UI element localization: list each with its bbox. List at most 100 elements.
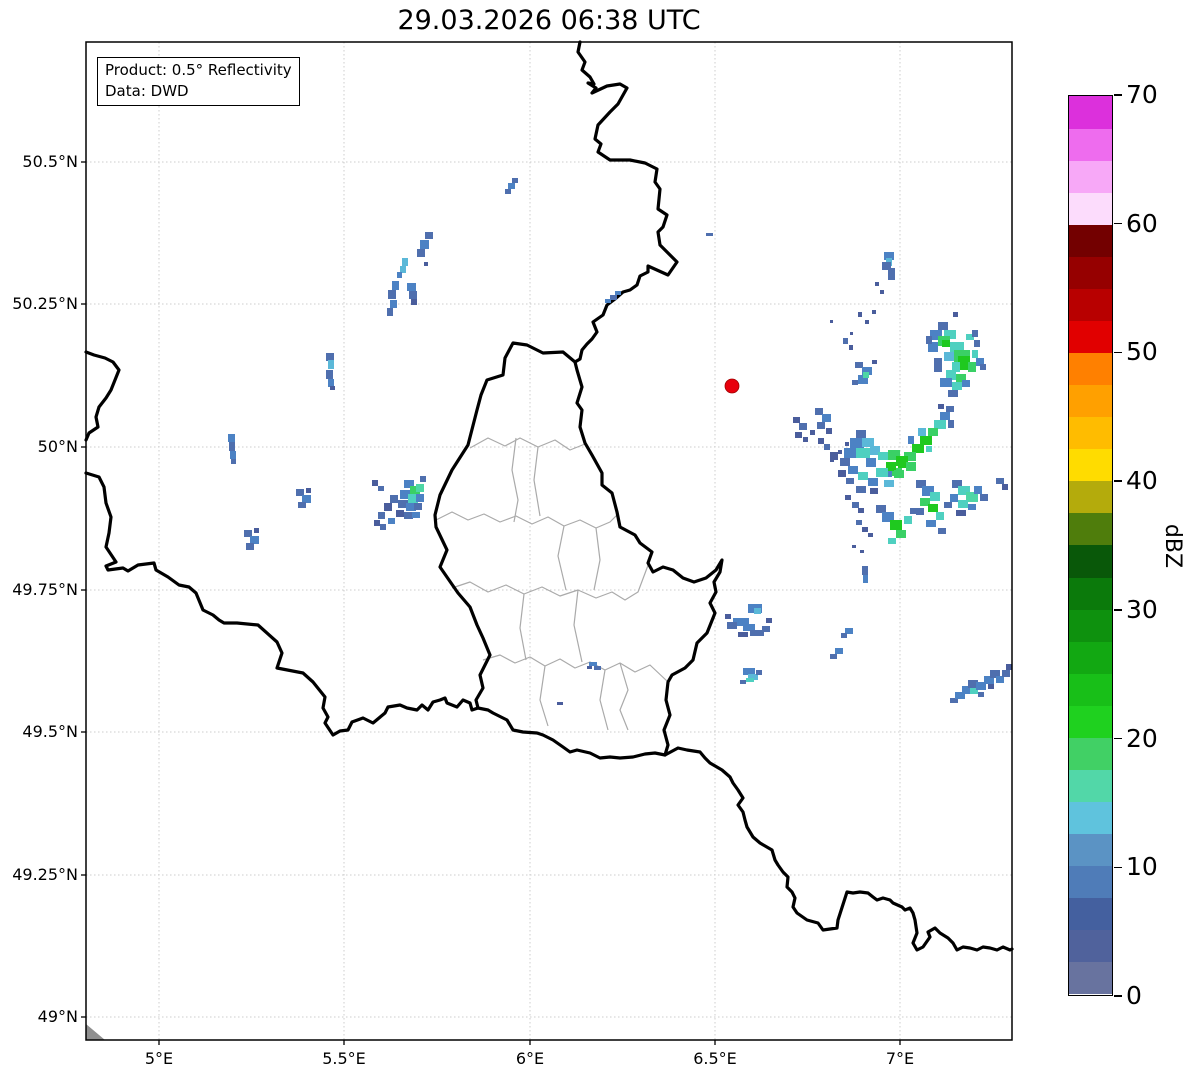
- radar-echo-cell: [940, 378, 952, 387]
- radar-echo-cell: [870, 488, 878, 494]
- radar-echo-cell: [378, 512, 385, 519]
- radar-echo-cell: [727, 622, 737, 629]
- radar-echo-cell: [738, 632, 748, 637]
- radar-echo-cell: [928, 428, 938, 436]
- radar-echo-cell: [330, 386, 335, 390]
- radar-echo-cell: [868, 533, 873, 537]
- radar-echo-cell: [950, 494, 958, 502]
- colorbar-tick-mark: [1114, 995, 1122, 997]
- district-border-path: [540, 666, 548, 726]
- radar-echo-cell: [815, 408, 823, 415]
- radar-echo-cell: [505, 189, 511, 194]
- radar-echo-cell: [411, 299, 417, 305]
- radar-echo-cell: [396, 510, 404, 517]
- radar-echo-cell: [390, 495, 398, 503]
- colorbar-band: [1069, 128, 1112, 161]
- district-border-path: [436, 512, 618, 528]
- radar-echo-cell: [246, 543, 254, 550]
- national-border-path: [435, 343, 722, 758]
- radar-echo-cell: [822, 414, 831, 422]
- district-border-path: [512, 438, 518, 522]
- radar-echo-cell: [872, 360, 877, 364]
- radar-echo-cell: [1006, 664, 1012, 670]
- radar-echo-cell: [840, 458, 850, 466]
- district-border-path: [470, 438, 596, 460]
- radar-echo-cell: [374, 520, 380, 526]
- radar-echo-cell: [956, 510, 966, 516]
- radar-echo-cell: [934, 358, 942, 372]
- radar-echo-cell: [858, 472, 868, 480]
- colorbar-tick-mark: [1114, 738, 1122, 740]
- colorbar-tick-label: 40: [1126, 466, 1158, 496]
- data-source-line: Data: DWD: [105, 81, 292, 102]
- radar-echo-cell: [946, 406, 954, 412]
- district-border-path: [520, 594, 526, 660]
- radar-echo-cell: [863, 575, 868, 583]
- radar-echo-cell: [793, 417, 800, 423]
- radar-echo-cell: [938, 404, 944, 409]
- radar-echo-cell: [896, 530, 906, 538]
- colorbar-band: [1069, 192, 1112, 225]
- radar-echo-cell: [980, 364, 986, 370]
- map-canvas: [0, 0, 1202, 1081]
- colorbar-tick-mark: [1114, 94, 1122, 96]
- district-border-path: [483, 655, 668, 682]
- radar-echo-cell: [740, 680, 746, 684]
- x-tick-label: 6.5°E: [670, 1048, 760, 1070]
- radar-echo-cell: [766, 618, 772, 623]
- radar-echo-cell: [876, 468, 888, 477]
- radar-echo-cell: [302, 495, 311, 503]
- radar-echo-cell: [328, 360, 334, 369]
- radar-echo-cell: [958, 500, 968, 508]
- radar-echo-cell: [948, 420, 954, 428]
- radar-echo-cell: [888, 538, 896, 544]
- radar-echo-cell: [420, 240, 429, 249]
- radar-echo-cell: [725, 614, 731, 619]
- colorbar-band: [1069, 609, 1112, 642]
- radar-echo-cell: [388, 518, 395, 524]
- colorbar-band: [1069, 160, 1112, 193]
- radar-echo-cell: [928, 504, 938, 512]
- radar-echo-cell: [850, 438, 864, 448]
- colorbar-tick-label: 30: [1126, 595, 1158, 625]
- colorbar-band: [1069, 770, 1112, 803]
- radar-echo-cell: [594, 666, 601, 670]
- radar-echo-cell: [872, 310, 876, 314]
- radar-echo-cell: [926, 446, 932, 452]
- y-tick-label: 50.5°N: [0, 151, 78, 173]
- radar-echo-cell: [841, 633, 847, 638]
- radar-echo-cell: [936, 512, 944, 520]
- colorbar-band: [1069, 705, 1112, 738]
- radar-echo-cell: [852, 502, 859, 508]
- radar-echo-cell: [838, 450, 842, 454]
- radar-echo-cell: [835, 648, 843, 654]
- colorbar-band: [1069, 834, 1112, 867]
- radar-echo-cell: [746, 678, 754, 682]
- radar-echo-cell: [926, 336, 932, 344]
- y-tick-label: 50.25°N: [0, 293, 78, 315]
- radar-echo-cell: [860, 550, 864, 553]
- colorbar-band: [1069, 96, 1112, 129]
- national-border-path: [86, 352, 119, 440]
- colorbar-tick-label: 70: [1126, 80, 1158, 110]
- radar-echo-cell: [412, 512, 420, 518]
- radar-echo-cell: [938, 528, 946, 534]
- radar-echo-cell: [615, 291, 621, 295]
- radar-echo-cell: [250, 536, 259, 544]
- radar-echo-cell: [417, 249, 425, 257]
- radar-echo-cell: [326, 353, 334, 361]
- radar-echo-cell: [244, 530, 252, 537]
- radar-echo-cell: [952, 382, 962, 390]
- radar-echo-cell: [296, 489, 304, 496]
- radar-echo-cell: [508, 183, 515, 189]
- radar-echo-cell: [414, 503, 422, 510]
- plot-frame: [86, 42, 1012, 1040]
- radar-echo-cell: [610, 295, 617, 300]
- radar-echo-cell: [926, 520, 936, 527]
- radar-echo-cell: [845, 495, 851, 500]
- colorbar-tick-mark: [1114, 480, 1122, 482]
- radar-echo-cell: [848, 466, 858, 474]
- colorbar-band: [1069, 641, 1112, 674]
- x-tick-label: 5°E: [114, 1048, 204, 1070]
- radar-echo-cell: [978, 692, 984, 697]
